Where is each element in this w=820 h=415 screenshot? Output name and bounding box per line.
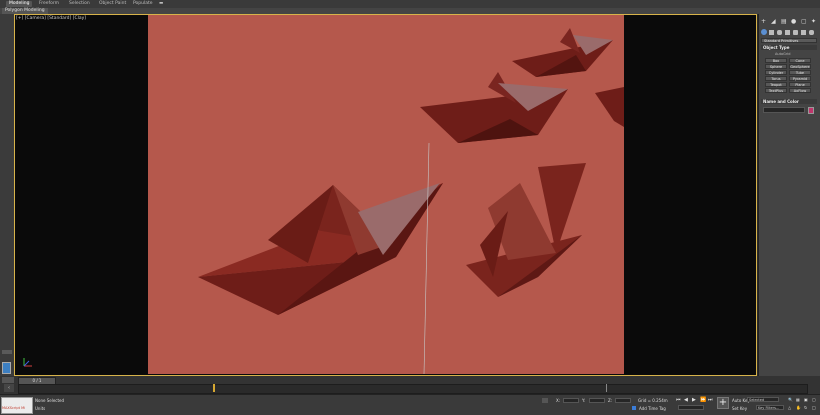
set-key-button[interactable]: Set Key	[732, 406, 747, 411]
rollout-object-type[interactable]: Object Type	[761, 45, 817, 50]
tube-button[interactable]: Tube	[789, 70, 811, 75]
maximize-icon[interactable]: ▢	[812, 397, 816, 402]
orbit-icon[interactable]: ↻	[804, 405, 807, 410]
tab-populate[interactable]: Populate	[130, 1, 156, 7]
axflow-button[interactable]: AxFlow	[789, 88, 811, 93]
goto-end-icon[interactable]: ⏭	[708, 397, 713, 403]
trackbar-icon[interactable]: ‹	[4, 384, 14, 392]
timeline-toggle[interactable]	[2, 377, 14, 383]
toolbar-button[interactable]	[2, 350, 12, 354]
x-coord-field[interactable]	[563, 398, 579, 403]
current-frame-field[interactable]	[678, 405, 704, 410]
textplus-button[interactable]: TextPlus	[765, 88, 787, 93]
left-toolbar	[0, 14, 15, 376]
scene-svg	[198, 28, 624, 375]
torus-button[interactable]: Torus	[765, 76, 787, 81]
zoom-all-icon[interactable]: ▦	[796, 397, 800, 402]
plus-icon[interactable]: +	[761, 18, 766, 25]
cameras-icon[interactable]	[785, 30, 790, 35]
spacewarps-icon[interactable]	[801, 30, 806, 35]
category-icon-row	[760, 29, 818, 35]
rollout-name-and-color[interactable]: Name and Color	[761, 99, 817, 104]
guide-line	[423, 142, 430, 375]
field-of-view-icon[interactable]: △	[788, 405, 791, 410]
goto-start-icon[interactable]: ⏮	[676, 397, 681, 403]
geometry-icon[interactable]	[761, 29, 767, 35]
tab-freeform[interactable]: Freeform	[36, 1, 62, 7]
pan-icon[interactable]: ✋	[796, 405, 801, 410]
play-icon[interactable]: ▶	[692, 397, 696, 403]
track-tick	[606, 384, 607, 392]
cylinder-button[interactable]: Cylinder	[765, 70, 787, 75]
cone-button[interactable]: Cone	[789, 58, 811, 63]
ellipsis-icon[interactable]: ▬	[156, 1, 166, 7]
modify-icon[interactable]: ◢	[771, 18, 776, 25]
time-tag-icon[interactable]	[632, 406, 636, 410]
autogrid-checkbox[interactable]: AutoGrid	[775, 52, 790, 56]
helpers-icon[interactable]	[793, 30, 798, 35]
tab-modeling[interactable]: Modeling	[6, 1, 33, 7]
utilities-icon[interactable]: ✦	[811, 18, 816, 25]
selection-status: None Selected	[35, 398, 65, 403]
hierarchy-icon[interactable]: ▤	[781, 18, 787, 25]
paper-boat-partial	[595, 87, 624, 127]
geosphere-button[interactable]: GeoSphere	[789, 64, 811, 69]
shapes-icon[interactable]	[769, 30, 774, 35]
box-button[interactable]: Box	[765, 58, 787, 63]
axis-tripod-icon	[23, 358, 32, 367]
zoom-extents-icon[interactable]: ▣	[804, 397, 808, 402]
sphere-button[interactable]: Sphere	[765, 64, 787, 69]
viewport-layout-icon[interactable]	[2, 362, 11, 374]
key-marker[interactable]	[213, 384, 215, 392]
viewport-label[interactable]: [+] [Camera] [Standard] [Clay]	[16, 16, 86, 21]
paper-boat-middle	[420, 72, 568, 143]
units-status: Units	[35, 406, 46, 411]
camera-render-area[interactable]	[148, 15, 624, 375]
z-coord-field[interactable]	[615, 398, 631, 403]
tab-object-paint[interactable]: Object Paint	[96, 1, 129, 7]
paper-boat-right	[466, 163, 586, 297]
x-coord-label: X:	[556, 398, 561, 403]
motion-icon[interactable]: ●	[791, 18, 796, 25]
maxscript-label: MAXScript Mi	[2, 406, 26, 410]
zoom-icon[interactable]: 🔍	[788, 397, 793, 402]
display-icon[interactable]: ▢	[801, 18, 807, 25]
track-bar[interactable]	[18, 384, 808, 394]
prev-frame-icon[interactable]: ◀	[684, 397, 688, 403]
paper-boat-top	[512, 28, 613, 77]
plane-button[interactable]: Plane	[789, 82, 811, 87]
teapot-button[interactable]: Teapot	[765, 82, 787, 87]
y-coord-label: Y:	[582, 398, 586, 403]
grid-size: Grid = 0.254m	[638, 398, 668, 403]
next-frame-icon[interactable]: ⏩	[700, 397, 706, 403]
object-name-field[interactable]	[763, 107, 805, 113]
y-coord-field[interactable]	[589, 398, 605, 403]
primitive-type-dropdown[interactable]: Standard Primitives	[761, 38, 817, 43]
set-key-icon[interactable]: +	[717, 397, 729, 409]
lights-icon[interactable]	[777, 30, 782, 35]
selection-set-dropdown[interactable]: Selected	[747, 397, 779, 402]
maximize-toggle-icon[interactable]: □	[812, 405, 816, 410]
z-coord-label: Z:	[608, 398, 613, 403]
lock-selection-icon[interactable]	[542, 398, 548, 403]
tab-selection[interactable]: Selection	[66, 1, 93, 7]
color-swatch[interactable]	[808, 107, 814, 114]
add-time-tag[interactable]: Add Time Tag	[639, 406, 666, 411]
systems-icon[interactable]	[809, 30, 814, 35]
paper-boat-large	[198, 183, 443, 315]
pyramid-button[interactable]: Pyramid	[789, 76, 811, 81]
key-filters-button[interactable]: Key Filters...	[756, 405, 784, 410]
